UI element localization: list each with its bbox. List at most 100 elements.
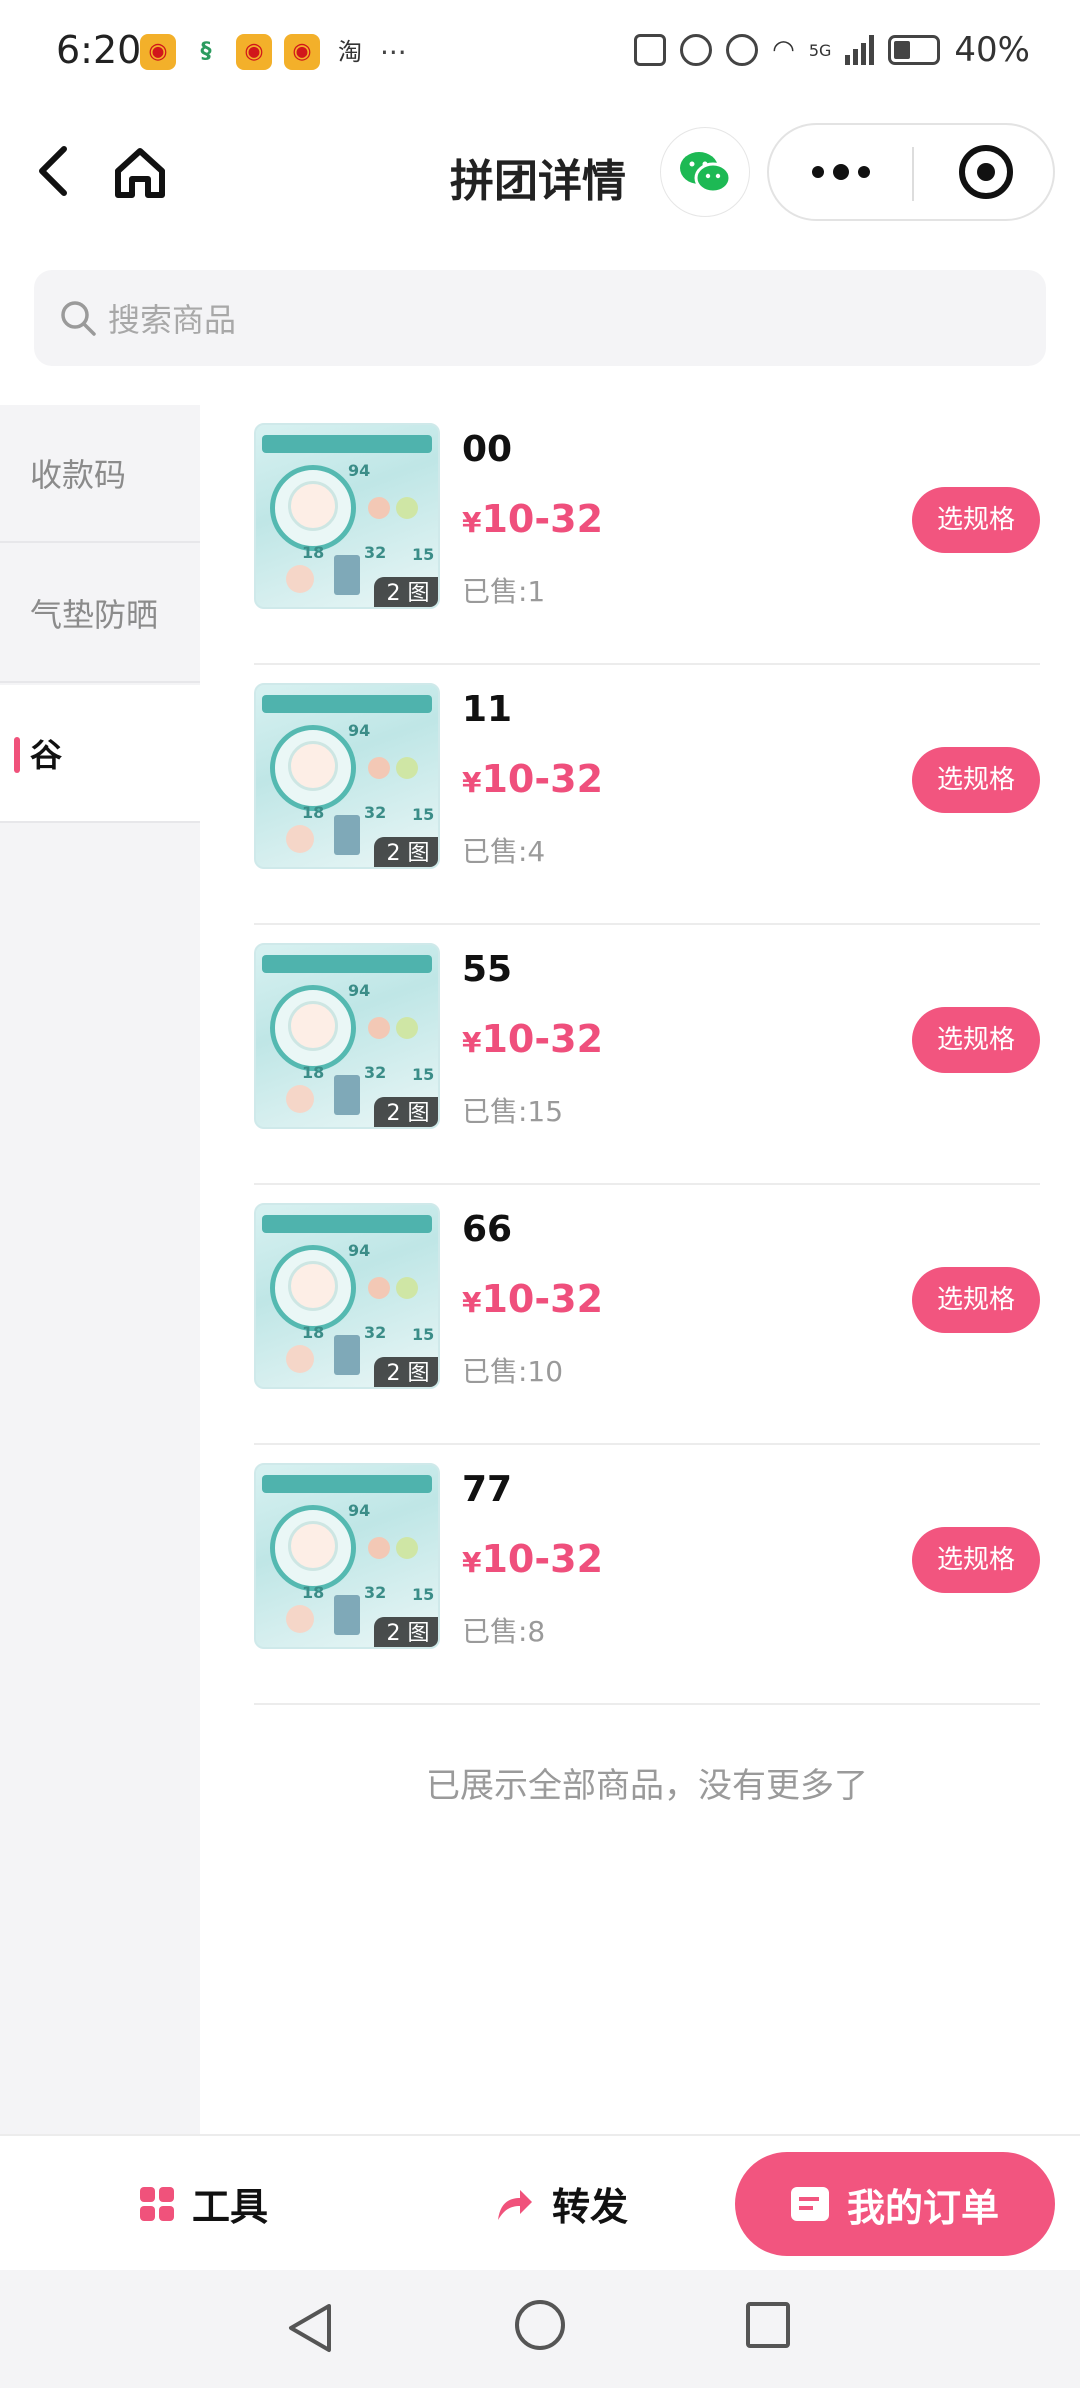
home-button[interactable]	[112, 145, 168, 201]
thumb-text: 18	[302, 803, 325, 822]
thumb-text: 32	[364, 543, 387, 562]
image-count-badge: 2 图	[374, 1357, 438, 1387]
product-item[interactable]: 94 18 32 15 2 图 00 ¥10-32 已售:1 选规格	[254, 405, 1040, 665]
grid-icon	[140, 2186, 174, 2221]
price-range: 10-32	[481, 497, 604, 541]
product-image[interactable]: 94 18 32 15 2 图	[254, 943, 440, 1129]
price-range: 10-32	[481, 1277, 604, 1321]
thumb-text: 15	[412, 545, 435, 564]
thumb-text: 15	[412, 805, 435, 824]
sold-count: 已售:15	[462, 1095, 564, 1128]
image-count-badge: 2 图	[374, 837, 438, 867]
nav-back-icon[interactable]	[285, 2300, 335, 2356]
thumb-text: 32	[364, 1323, 387, 1342]
mute-icon	[726, 34, 759, 66]
weibo-icon: ◉	[140, 34, 176, 70]
search-placeholder: 搜索商品	[108, 301, 237, 339]
sold-count: 已售:8	[462, 1615, 546, 1648]
share-button[interactable]: 转发	[494, 2176, 628, 2231]
price-range: 10-32	[481, 1017, 604, 1061]
currency-symbol: ¥	[462, 766, 482, 799]
currency-symbol: ¥	[462, 1546, 482, 1579]
thumb-text: 32	[364, 803, 387, 822]
weibo-icon: ◉	[284, 34, 320, 70]
product-item[interactable]: 94 18 32 15 2 图 77 ¥10-32 已售:8 选规格	[254, 1445, 1040, 1705]
category-item[interactable]: 气垫防晒	[0, 545, 200, 683]
search-bar[interactable]: 搜索商品	[34, 270, 1046, 366]
status-bar: 6:20 ◉ § ◉ ◉ 淘 ··· ◠ 5G 40%	[0, 0, 1080, 105]
signal-icon	[845, 35, 875, 65]
product-name[interactable]: 11	[462, 689, 512, 730]
select-spec-button[interactable]: 选规格	[912, 1527, 1040, 1593]
product-name[interactable]: 00	[462, 429, 512, 470]
select-spec-button[interactable]: 选规格	[912, 747, 1040, 813]
product-item[interactable]: 94 18 32 15 2 图 66 ¥10-32 已售:10 选规格	[254, 1185, 1040, 1445]
select-spec-button[interactable]: 选规格	[912, 1267, 1040, 1333]
product-price: ¥10-32	[462, 1277, 603, 1321]
thumb-text: 32	[364, 1583, 387, 1602]
status-time: 6:20	[56, 28, 142, 72]
product-item[interactable]: 94 18 32 15 2 图 55 ¥10-32 已售:15 选规格	[254, 925, 1040, 1185]
product-name[interactable]: 77	[462, 1469, 512, 1510]
bottom-action-bar: 工具 转发 我的订单	[0, 2134, 1080, 2270]
product-item[interactable]: 94 18 32 15 2 图 11 ¥10-32 已售:4 选规格	[254, 665, 1040, 925]
sold-count: 已售:1	[462, 575, 546, 608]
image-count-badge: 2 图	[374, 1097, 438, 1127]
app-icon: §	[188, 34, 224, 70]
system-nav-bar	[0, 2270, 1080, 2388]
home-icon	[115, 148, 165, 198]
thumb-text: 18	[302, 1063, 325, 1082]
nav-home-icon[interactable]	[515, 2300, 565, 2350]
product-image[interactable]: 94 18 32 15 2 图	[254, 683, 440, 869]
select-spec-button[interactable]: 选规格	[912, 487, 1040, 553]
more-notifications-icon: ···	[380, 35, 407, 69]
thumb-text: 15	[412, 1325, 435, 1344]
end-of-list-note: 已展示全部商品，没有更多了	[426, 1766, 868, 1806]
category-sidebar: 收款码 气垫防晒 谷	[0, 405, 200, 2135]
network-type: 5G	[808, 40, 832, 60]
image-count-badge: 2 图	[374, 1617, 438, 1647]
product-name[interactable]: 66	[462, 1209, 512, 1250]
page-title: 拼团详情	[450, 156, 626, 207]
tools-label: 工具	[192, 2185, 269, 2229]
battery-icon	[888, 35, 941, 65]
battery-percent: 40%	[954, 30, 1030, 70]
product-price: ¥10-32	[462, 497, 603, 541]
thumb-text: 94	[348, 1241, 371, 1260]
thumb-text: 94	[348, 461, 371, 480]
back-button[interactable]	[30, 143, 80, 199]
product-price: ¥10-32	[462, 1017, 603, 1061]
product-image[interactable]: 94 18 32 15 2 图	[254, 423, 440, 609]
notification-icons: ◉ § ◉ ◉ 淘 ···	[140, 34, 407, 70]
thumb-text: 94	[348, 1501, 371, 1520]
close-miniprogram-button[interactable]	[914, 125, 1057, 219]
dot	[811, 166, 824, 178]
select-spec-button[interactable]: 选规格	[912, 1007, 1040, 1073]
sold-count: 已售:10	[462, 1355, 564, 1388]
thumb-text: 32	[364, 1063, 387, 1082]
more-button[interactable]	[769, 125, 912, 219]
image-count-badge: 2 图	[374, 577, 438, 607]
wechat-share-button[interactable]	[660, 127, 750, 217]
category-item[interactable]: 收款码	[0, 405, 200, 543]
search-icon	[61, 301, 96, 336]
order-list-icon	[790, 2187, 829, 2221]
nav-recents-icon[interactable]	[746, 2302, 790, 2348]
taobao-icon: 淘	[338, 38, 362, 66]
product-image[interactable]: 94 18 32 15 2 图	[254, 1203, 440, 1389]
product-name[interactable]: 55	[462, 949, 512, 990]
my-orders-button[interactable]: 我的订单	[735, 2152, 1055, 2256]
product-price: ¥10-32	[462, 1537, 603, 1581]
product-image[interactable]: 94 18 32 15 2 图	[254, 1463, 440, 1649]
thumb-text: 18	[302, 543, 325, 562]
tools-button[interactable]: 工具	[140, 2176, 268, 2231]
currency-symbol: ¥	[462, 506, 482, 539]
nfc-icon	[634, 34, 667, 66]
wechat-icon	[680, 152, 732, 194]
price-range: 10-32	[481, 757, 604, 801]
category-item-active[interactable]: 谷	[0, 685, 200, 823]
wifi-icon: ◠	[772, 35, 795, 65]
currency-symbol: ¥	[462, 1026, 482, 1059]
share-label: 转发	[552, 2185, 629, 2229]
thumb-text: 18	[302, 1323, 325, 1342]
